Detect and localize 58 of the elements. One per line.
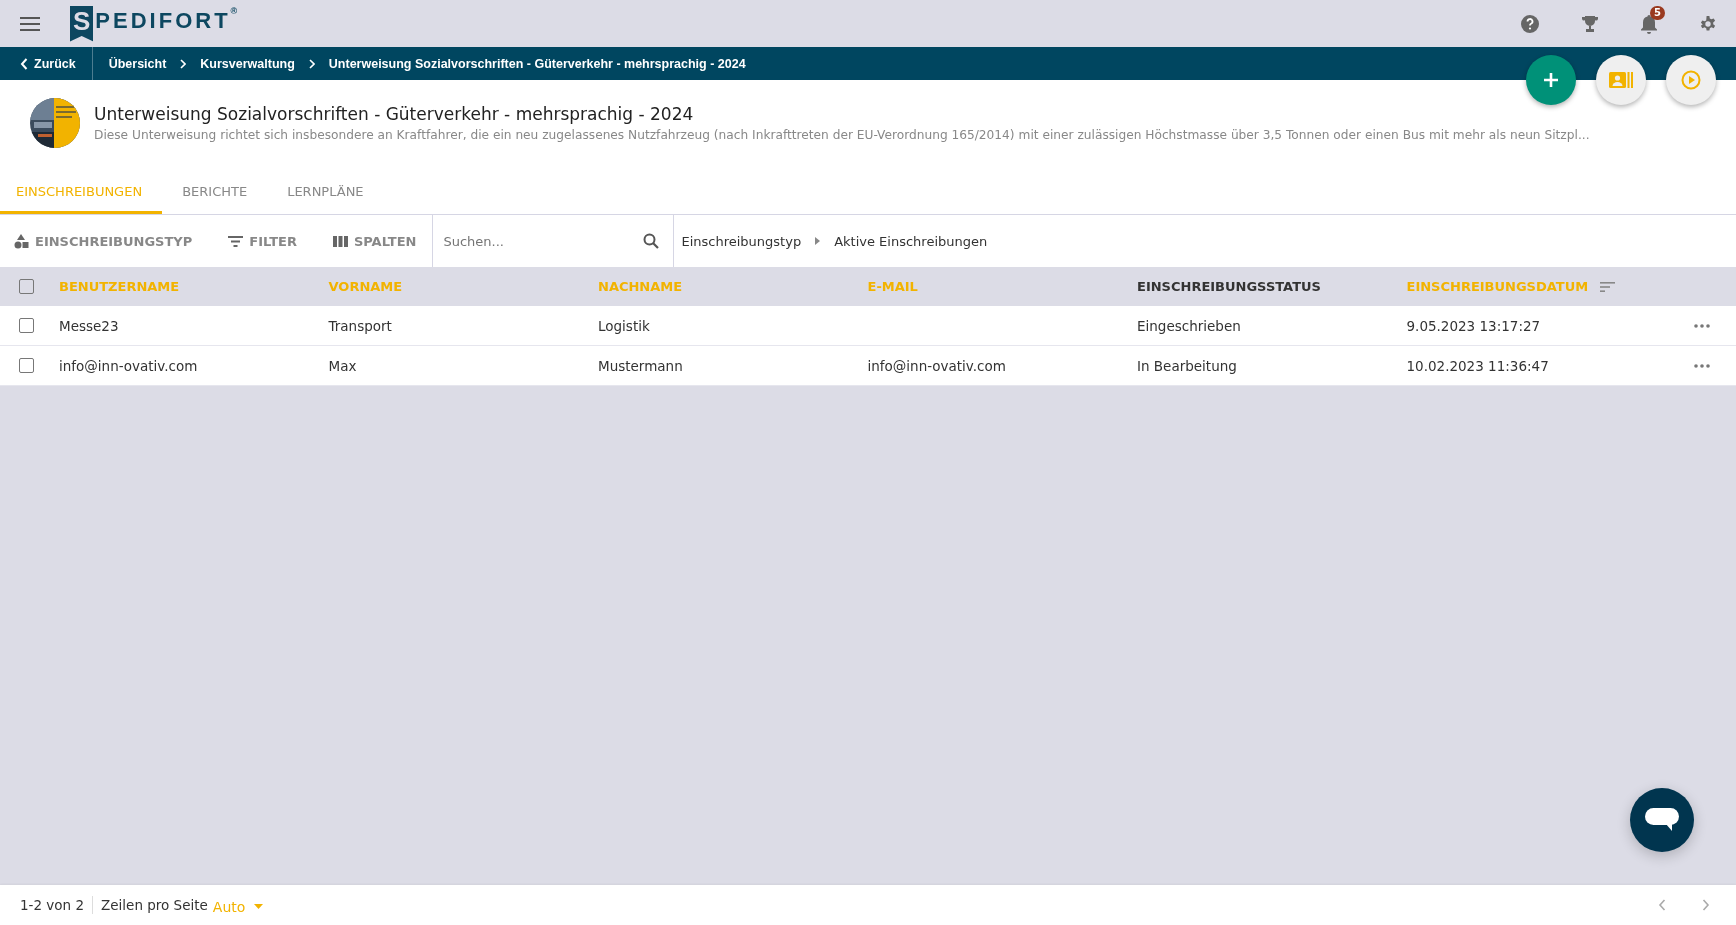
toolbar-button[interactable]: SPALTEN [312,215,433,267]
rows-per-page-select[interactable]: Auto [212,895,264,915]
filter-path-item[interactable]: Einschreibungstyp [681,233,802,249]
breadcrumb-link[interactable]: Kursverwaltung [200,56,295,71]
chat-bubble-icon [1645,808,1679,832]
table-cell: Logistik [598,317,650,334]
help-icon[interactable] [1520,13,1540,34]
filter-icon [228,233,244,249]
table-cell: Mustermann [598,357,683,374]
table-cell: Transport [328,317,392,334]
table-cell: info@inn-ovativ.com [867,357,1006,374]
chat-button[interactable] [1630,788,1694,852]
sort-icon[interactable] [1600,280,1616,293]
trophy-icon[interactable] [1580,13,1600,34]
table-cell: 10.02.2023 11:36:47 [1406,357,1549,374]
settings-icon[interactable] [1698,13,1718,34]
shapes-icon [14,233,29,249]
more-icon[interactable] [1694,363,1710,368]
more-icon[interactable] [1694,323,1710,328]
table-cell: 9.05.2023 13:17:27 [1406,317,1541,334]
rows-per-page-label: Zeilen pro Seite [101,897,208,913]
column-header[interactable]: EINSCHREIBUNGSSTATUS [1137,279,1321,294]
course-description: Diese Unterweisung richtet sich insbesondere an Kraftfahrer, die ein neu zugelassenes Nutzfahrzeug (nach Inkrafttreten der EU-Verordnung 165/2014) mit einer zulässigen Höchstmasse über 3,5 Tonnen oder einen Bus mit mehr als neun Sitzpl... [94,128,1590,142]
columns-icon [332,233,348,249]
table-cell: info@inn-ovativ.com [59,357,198,374]
play-button[interactable] [1666,55,1716,105]
menu-icon[interactable] [20,16,40,31]
breadcrumb-link[interactable]: Übersicht [108,56,167,71]
plus-icon [1543,72,1559,88]
contact-card-button[interactable] [1596,55,1646,105]
previous-page-icon[interactable] [1658,899,1666,911]
breadcrumb-link[interactable]: Unterweisung Sozialvorschriften - Güterverkehr - mehrsprachig - 2024 [328,56,746,71]
id-card-icon [1609,72,1633,88]
checkbox[interactable] [18,279,34,294]
triangle-right-icon [815,237,821,245]
checkbox[interactable] [18,358,34,373]
chevron-left-icon [20,57,28,70]
caret-down-icon [254,904,264,909]
next-page-icon[interactable] [1702,899,1710,911]
filter-path-item[interactable]: Aktive Einschreibungen [834,233,988,249]
pagination-range: 1-2 von 2 [20,897,85,913]
table-cell: Max [328,357,357,374]
table-cell: In Bearbeitung [1137,357,1237,374]
search-icon[interactable] [643,233,660,249]
course-title: Unterweisung Sozialvorschriften - Güterverkehr - mehrsprachig - 2024 [94,104,695,124]
table-cell: Eingeschrieben [1137,317,1241,334]
toolbar-button[interactable]: EINSCHREIBUNGSTYP [0,215,209,267]
checkbox[interactable] [18,318,34,333]
tab[interactable]: LERNPLÄNE [267,172,384,214]
notification-badge: 5 [1650,5,1665,20]
toolbar-button[interactable]: FILTER [208,215,313,267]
chevron-right-icon [180,58,187,69]
add-button[interactable] [1526,55,1576,105]
play-circle-icon [1681,70,1701,90]
table-cell: Messe23 [59,317,119,334]
logo[interactable]: S PEDIFORT$^{®}$ [70,5,238,42]
chevron-right-icon [308,58,315,69]
tab[interactable]: BERICHTE [162,172,268,214]
